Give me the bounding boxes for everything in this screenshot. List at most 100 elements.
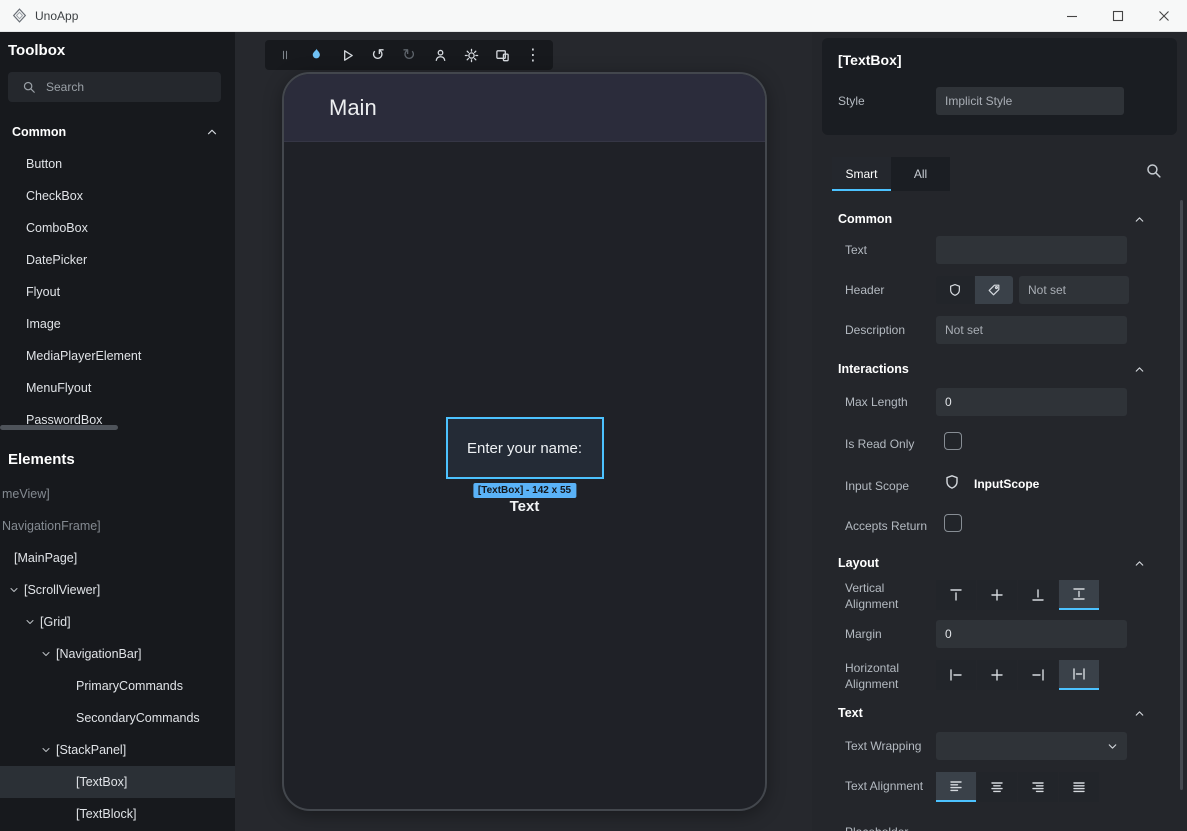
tree-item[interactable]: meView] (0, 478, 235, 510)
element-picker-icon[interactable] (431, 44, 449, 66)
tree-item[interactable]: NavigationFrame] (0, 510, 235, 542)
max-length-input[interactable] (936, 388, 1127, 416)
vertical-alignment-label: Vertical Alignment (845, 580, 915, 612)
maximize-button[interactable] (1095, 0, 1141, 31)
toolbox-item[interactable]: PasswordBox (0, 404, 235, 436)
prop-row-text: Text (812, 236, 1187, 268)
description-input[interactable] (936, 316, 1127, 344)
halign-center-button[interactable] (977, 660, 1017, 690)
toolbox-search[interactable] (8, 72, 221, 102)
prop-row-max-length: Max Length (812, 388, 1187, 420)
toolbox-item[interactable]: ComboBox (0, 212, 235, 244)
tab-all[interactable]: All (891, 157, 950, 191)
margin-input[interactable] (936, 620, 1127, 648)
selection-size-badge: [TextBox] - 142 x 55 (473, 483, 576, 498)
valign-bottom-button[interactable] (1018, 580, 1058, 610)
accepts-return-checkbox[interactable] (944, 514, 962, 532)
toolbox-item[interactable]: Flyout (0, 276, 235, 308)
valign-stretch-button[interactable] (1059, 580, 1099, 610)
chevron-up-icon[interactable] (1133, 363, 1146, 376)
tree-item[interactable]: PrimaryCommands (0, 670, 235, 702)
tree-item[interactable]: [MainPage] (0, 542, 235, 574)
toolbox-search-input[interactable] (46, 80, 196, 94)
theme-toggle-icon[interactable] (462, 44, 480, 66)
binding-shield-icon[interactable] (944, 474, 960, 490)
prop-row-header: Header (812, 276, 1187, 308)
valign-top-button[interactable] (936, 580, 976, 610)
minimize-button[interactable] (1049, 0, 1095, 31)
halign-stretch-button[interactable] (1059, 660, 1099, 690)
section-header-common[interactable]: Common (812, 204, 1172, 234)
tree-item-selected[interactable]: [TextBox] (0, 766, 235, 798)
hot-reload-flame-icon[interactable] (307, 44, 325, 66)
inspector-search-icon[interactable] (1145, 162, 1162, 179)
tree-item-label: NavigationFrame] (2, 519, 101, 533)
form-factor-icon[interactable] (493, 44, 511, 66)
toolbox-item[interactable]: CheckBox (0, 180, 235, 212)
close-button[interactable] (1141, 0, 1187, 31)
placeholder-label: Placeholder (845, 825, 908, 831)
toolbox-item[interactable]: Image (0, 308, 235, 340)
chevron-down-icon[interactable] (8, 584, 20, 596)
toolbox-item[interactable]: Button (0, 148, 235, 180)
text-align-center-button[interactable] (977, 772, 1017, 802)
toolbox-section-common[interactable]: Common (0, 116, 235, 148)
chevron-down-icon[interactable] (40, 744, 52, 756)
binding-shield-button[interactable] (936, 276, 974, 304)
tree-item[interactable]: [StackPanel] (0, 734, 235, 766)
text-align-left-button[interactable] (936, 772, 976, 802)
toolbox-item[interactable]: MenuFlyout (0, 372, 235, 404)
accepts-return-label: Accepts Return (845, 519, 927, 533)
inspector-scrollbar[interactable] (1180, 200, 1183, 790)
text-align-right-button[interactable] (1018, 772, 1058, 802)
description-label: Description (845, 323, 905, 337)
halign-right-button[interactable] (1018, 660, 1058, 690)
chevron-up-icon[interactable] (205, 125, 219, 139)
tree-item[interactable]: [ScrollViewer] (0, 574, 235, 606)
tree-item[interactable]: SecondaryCommands (0, 702, 235, 734)
style-label: Style (838, 94, 865, 108)
tree-item[interactable]: [NavigationBar] (0, 638, 235, 670)
chevron-up-icon[interactable] (1133, 213, 1146, 226)
section-header-text[interactable]: Text (812, 698, 1172, 728)
section-header-interactions[interactable]: Interactions (812, 354, 1172, 384)
text-wrapping-dropdown[interactable] (936, 732, 1127, 760)
tab-smart[interactable]: Smart (832, 157, 891, 191)
toolbox-horizontal-scrollbar[interactable] (0, 425, 118, 430)
chevron-up-icon[interactable] (1133, 557, 1146, 570)
tree-item[interactable]: [Grid] (0, 606, 235, 638)
tag-button[interactable] (975, 276, 1013, 304)
tree-item-label: meView] (2, 487, 50, 501)
header-input[interactable] (1019, 276, 1129, 304)
prop-row-margin: Margin (812, 620, 1187, 652)
is-read-only-checkbox[interactable] (944, 432, 962, 450)
play-button[interactable] (338, 44, 356, 66)
halign-left-button[interactable] (936, 660, 976, 690)
style-input[interactable] (936, 87, 1124, 115)
text-align-justify-button[interactable] (1059, 772, 1099, 802)
toolbox-item[interactable]: DatePicker (0, 244, 235, 276)
canvas-textbox[interactable]: Enter your name: (446, 417, 604, 479)
page-title: Main (329, 95, 377, 121)
undo-button[interactable]: ↺ (369, 44, 387, 66)
window-titlebar: UnoApp (0, 0, 1187, 32)
section-label: Interactions (838, 362, 909, 376)
toolbox-title: Toolbox (8, 42, 65, 59)
section-header-layout[interactable]: Layout (812, 548, 1172, 578)
tree-item-label: [Grid] (40, 615, 71, 629)
canvas-textblock[interactable]: Text (510, 498, 540, 515)
chevron-up-icon[interactable] (1133, 707, 1146, 720)
chevron-down-icon[interactable] (24, 616, 36, 628)
text-input[interactable] (936, 236, 1127, 264)
redo-button[interactable]: ↻ (400, 44, 418, 66)
valign-center-button[interactable] (977, 580, 1017, 610)
input-scope-value[interactable]: InputScope (974, 477, 1039, 491)
chevron-down-icon[interactable] (40, 648, 52, 660)
toolbox-item[interactable]: MediaPlayerElement (0, 340, 235, 372)
header-label: Header (845, 283, 884, 297)
app-navigation-bar: Main (284, 74, 765, 142)
kebab-menu-icon[interactable]: ⋮ (524, 44, 542, 66)
drag-handle-icon[interactable] (276, 44, 294, 66)
inspector-tabs: Smart All (832, 157, 950, 191)
tree-item[interactable]: [TextBlock] (0, 798, 235, 830)
